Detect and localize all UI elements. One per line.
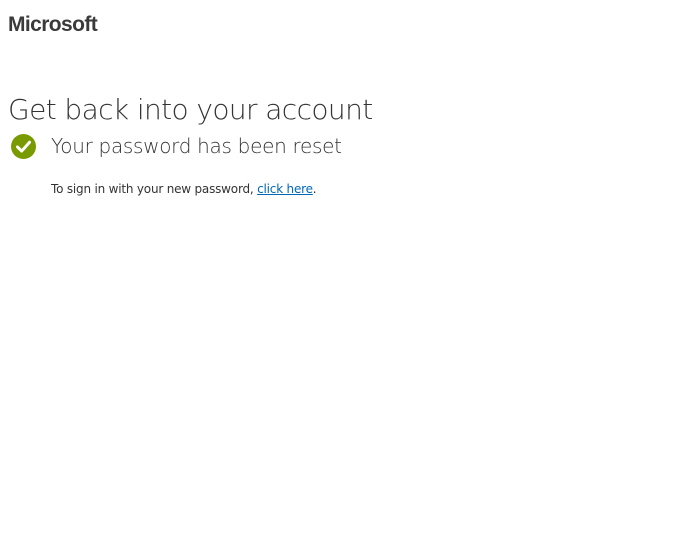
status-row: Your password has been reset (11, 133, 342, 159)
signin-prefix-text: To sign in with your new password, (51, 182, 258, 196)
page-title: Get back into your account (8, 93, 373, 126)
signin-suffix-text: . (312, 182, 317, 196)
microsoft-logo: Microsoft (8, 13, 98, 36)
status-message: Your password has been reset (51, 134, 342, 158)
click-here-link[interactable]: click here (257, 182, 313, 196)
signin-instructions: To sign in with your new password, click… (51, 181, 317, 197)
check-circle-icon (11, 133, 36, 159)
